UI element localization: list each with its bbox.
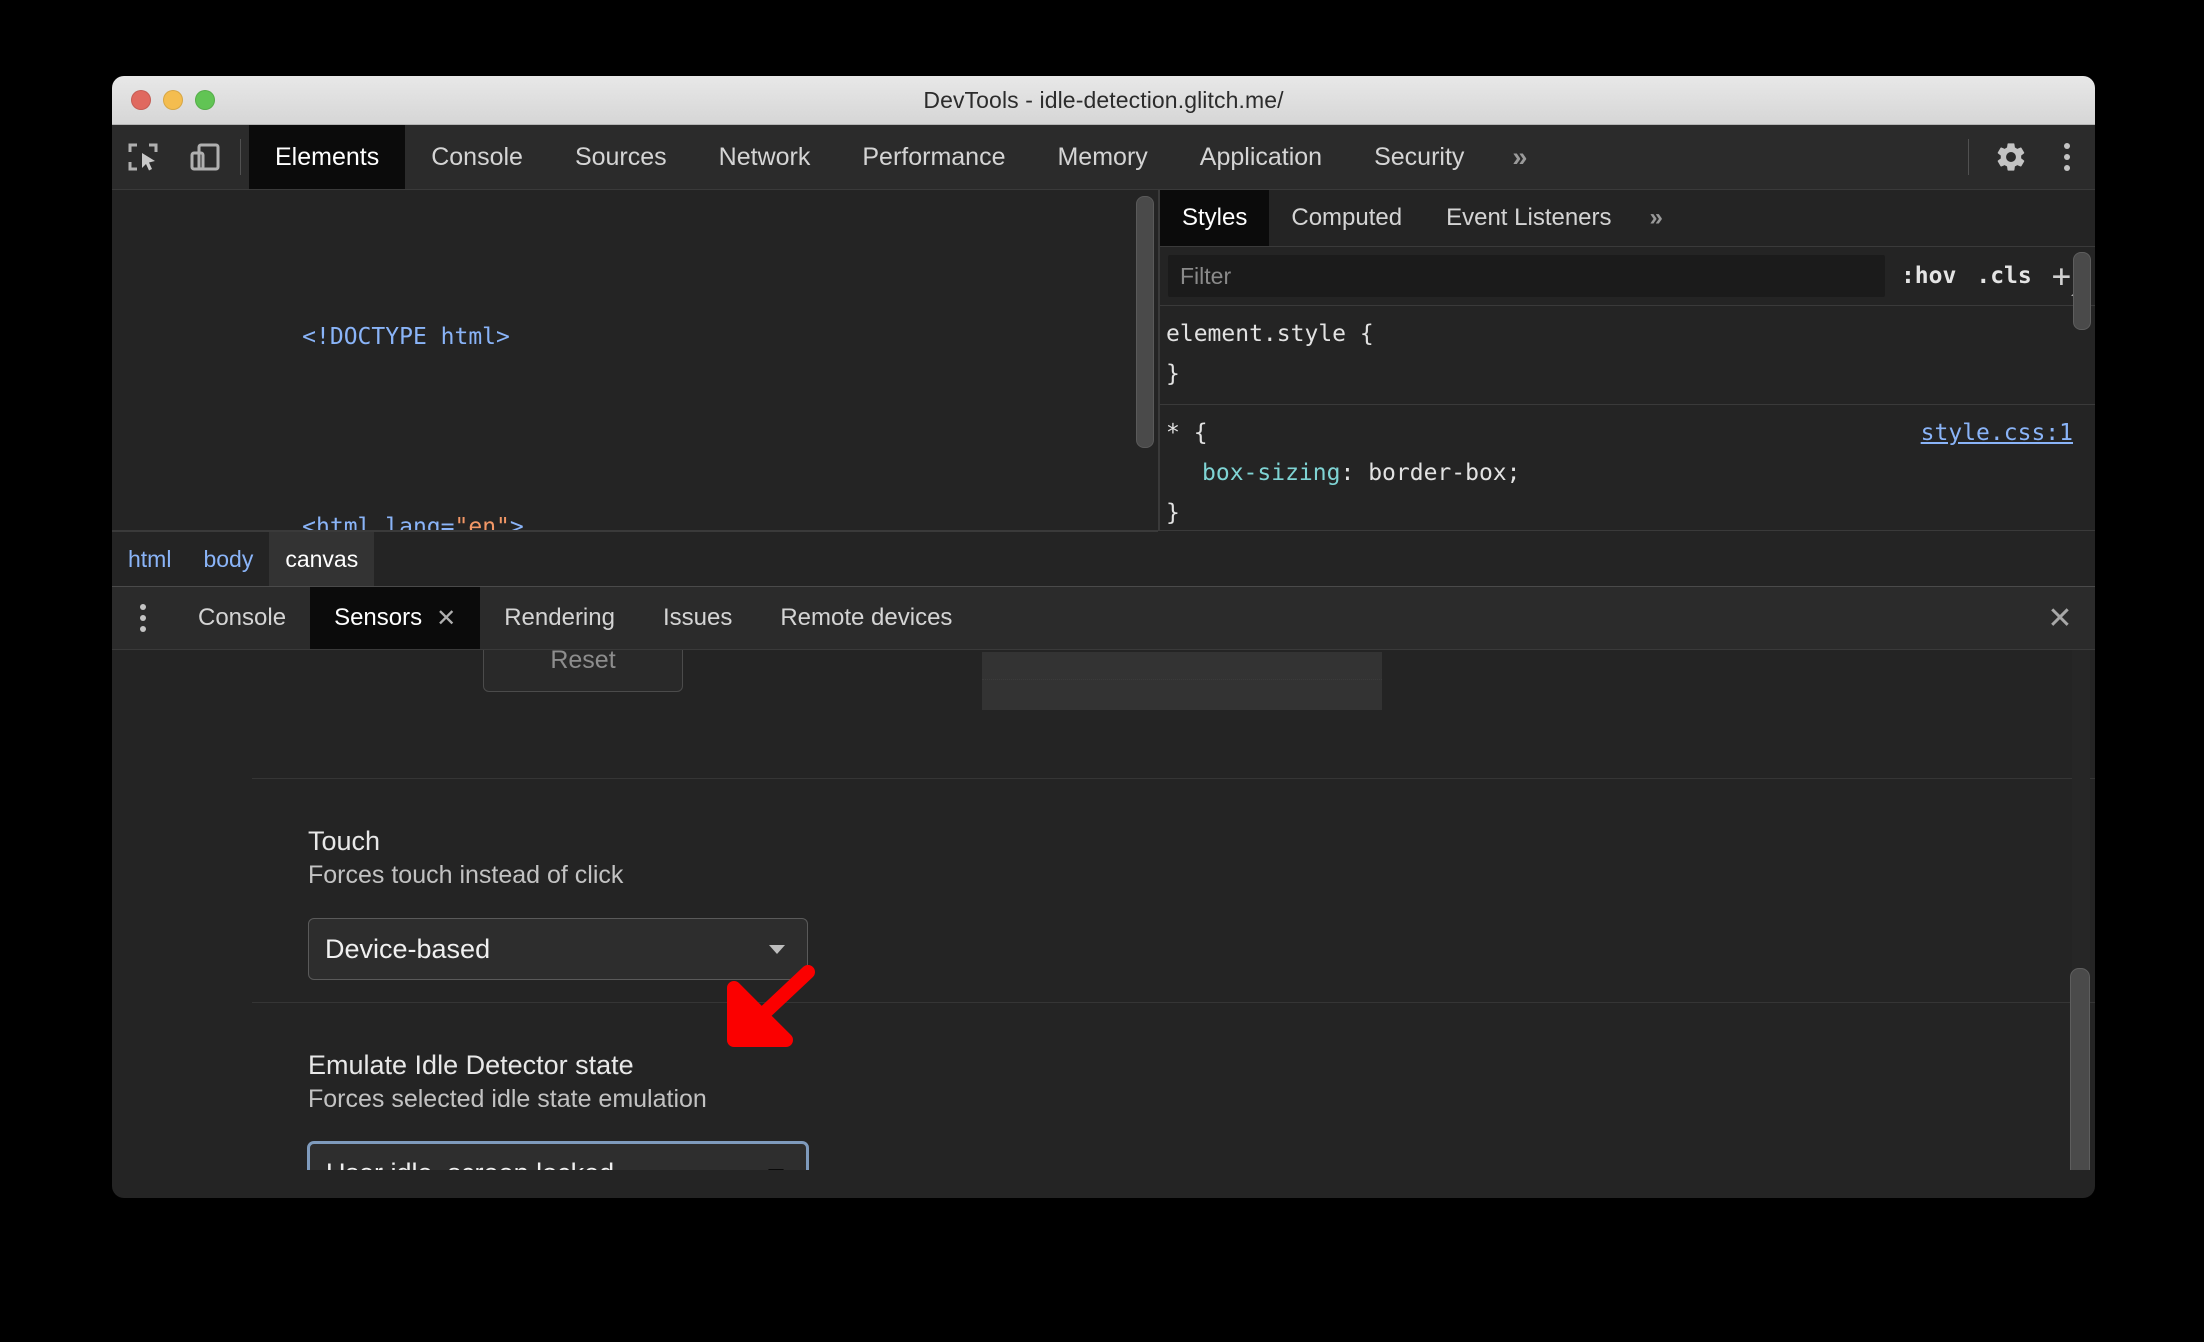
dom-tree: <!DOCTYPE html> <html lang="en"> <head>…… xyxy=(112,190,1158,530)
drawer-tab-issues[interactable]: Issues xyxy=(639,587,756,649)
plus-icon: + xyxy=(2051,257,2071,295)
minimize-window-button[interactable] xyxy=(163,90,183,110)
styles-filter-input[interactable] xyxy=(1168,255,1885,297)
breadcrumb-item-canvas[interactable]: canvas xyxy=(269,532,375,586)
styles-rule-list: element.style { } style.css:1 * { box-si… xyxy=(1160,306,2095,530)
tab-sources[interactable]: Sources xyxy=(549,125,693,189)
section-divider-touch xyxy=(252,778,2095,779)
drawer-tab-sensors[interactable]: Sensors ✕ xyxy=(310,587,481,649)
tab-styles[interactable]: Styles xyxy=(1160,190,1270,246)
section-subtitle-idle: Forces selected idle state emulation xyxy=(308,1085,707,1113)
toolbar-right-actions xyxy=(1954,125,2095,189)
chevron-down-icon xyxy=(768,1168,784,1170)
more-panels-chevron-icon[interactable]: » xyxy=(1490,125,1549,189)
sensors-scrollbar-thumb[interactable] xyxy=(2070,968,2090,1170)
rule-close-brace: } xyxy=(1166,500,1180,526)
new-style-rule-button[interactable]: + xyxy=(2051,257,2079,296)
idle-detector-state-select[interactable]: User idle, screen locked xyxy=(308,1142,808,1170)
zoom-window-button[interactable] xyxy=(195,90,215,110)
dom-text-html: <html lang="en"> xyxy=(302,514,524,530)
section-title-idle: Emulate Idle Detector state xyxy=(308,1050,634,1080)
styles-tab-list: Styles Computed Event Listeners » xyxy=(1160,190,2095,247)
orientation-preview-box xyxy=(982,652,1382,710)
gear-icon xyxy=(1997,143,2025,171)
sensors-panel: Reset Touch Forces touch instead of clic… xyxy=(112,650,2095,1170)
toolbar-divider xyxy=(240,139,241,175)
tab-application[interactable]: Application xyxy=(1174,125,1348,189)
close-sensors-tab-icon[interactable]: ✕ xyxy=(436,604,456,633)
section-title-touch: Touch xyxy=(308,826,381,856)
styles-filter-row: :hov .cls + xyxy=(1160,247,2095,306)
tab-performance[interactable]: Performance xyxy=(836,125,1031,189)
dom-tree-scrollbar[interactable] xyxy=(1136,196,1154,448)
drawer-tab-rendering[interactable]: Rendering xyxy=(480,587,639,649)
dom-text-doctype: <!DOCTYPE html> xyxy=(302,324,510,350)
toggle-device-toolbar-button[interactable] xyxy=(174,125,236,189)
more-styles-tabs-chevron-icon[interactable]: » xyxy=(1634,190,1679,246)
tab-event-listeners[interactable]: Event Listeners xyxy=(1424,190,1633,246)
kebab-menu-icon xyxy=(140,604,146,632)
devtools-window: DevTools - idle-detection.glitch.me/ Ele… xyxy=(112,76,2095,1198)
drawer-tab-bar: Console Sensors ✕ Rendering Issues Remot… xyxy=(112,586,2095,650)
drawer-tab-console[interactable]: Console xyxy=(174,587,310,649)
screenshot-root: DevTools - idle-detection.glitch.me/ Ele… xyxy=(0,0,2204,1342)
elements-panel: <!DOCTYPE html> <html lang="en"> <head>…… xyxy=(112,190,2095,530)
section-idle-detector: Emulate Idle Detector state Forces selec… xyxy=(308,1050,808,1170)
toggle-hover-state-button[interactable]: :hov xyxy=(1901,263,1956,289)
main-menu-button[interactable] xyxy=(2039,143,2095,171)
devtools-main-toolbar: Elements Console Sources Network Perform… xyxy=(112,125,2095,190)
kebab-menu-icon xyxy=(2064,143,2070,171)
rule-close-brace: } xyxy=(1166,361,1180,387)
settings-button[interactable] xyxy=(1983,140,2039,174)
toolbar-divider-right xyxy=(1968,139,1969,175)
declaration-property: box-sizing xyxy=(1202,460,1341,486)
rule-source-link[interactable]: style.css:1 xyxy=(1921,413,2073,453)
close-window-button[interactable] xyxy=(131,90,151,110)
rule-selector: element.style { xyxy=(1166,321,1374,347)
touch-select[interactable]: Device-based xyxy=(308,918,808,980)
panel-tab-list: Elements Console Sources Network Perform… xyxy=(249,125,1549,189)
window-titlebar: DevTools - idle-detection.glitch.me/ xyxy=(112,76,2095,125)
window-title: DevTools - idle-detection.glitch.me/ xyxy=(923,86,1284,113)
breadcrumb: html body canvas xyxy=(112,531,1158,586)
tab-memory[interactable]: Memory xyxy=(1031,125,1173,189)
styles-filter-actions: :hov .cls + xyxy=(1885,257,2087,296)
styles-pane-scrollbar[interactable] xyxy=(2073,252,2091,330)
breadcrumb-item-html[interactable]: html xyxy=(112,532,187,586)
styles-pane: Styles Computed Event Listeners » :hov .… xyxy=(1160,190,2095,530)
drawer-more-tools-button[interactable] xyxy=(112,587,174,649)
tab-computed[interactable]: Computed xyxy=(1269,190,1424,246)
close-drawer-button[interactable]: ✕ xyxy=(2025,587,2095,649)
inspect-element-icon xyxy=(128,143,158,171)
section-divider-idle xyxy=(252,1002,2095,1003)
idle-detector-state-value: User idle, screen locked xyxy=(326,1158,614,1171)
chevron-down-icon xyxy=(769,944,785,954)
section-subtitle-touch: Forces touch instead of click xyxy=(308,861,624,889)
touch-select-value: Device-based xyxy=(325,933,491,964)
tab-network[interactable]: Network xyxy=(693,125,837,189)
tab-security[interactable]: Security xyxy=(1348,125,1490,189)
declaration-value: border-box; xyxy=(1368,460,1521,486)
rule-declaration[interactable]: box-sizing: border-box; xyxy=(1166,453,2095,493)
orientation-preview-line xyxy=(982,679,1382,680)
section-touch: Touch Forces touch instead of click Devi… xyxy=(308,826,808,980)
inspect-element-button[interactable] xyxy=(112,125,174,189)
drawer-tab-sensors-label: Sensors xyxy=(334,604,423,631)
dom-line-doctype[interactable]: <!DOCTYPE html> xyxy=(112,280,1158,394)
dom-line-html[interactable]: <html lang="en"> xyxy=(112,470,1158,530)
style-rule-universal[interactable]: style.css:1 * { box-sizing: border-box; … xyxy=(1160,405,2095,530)
device-toolbar-icon xyxy=(190,143,220,171)
dom-tree-pane: <!DOCTYPE html> <html lang="en"> <head>…… xyxy=(112,190,1158,530)
drawer-tab-remote-devices[interactable]: Remote devices xyxy=(756,587,976,649)
tab-elements[interactable]: Elements xyxy=(249,125,406,189)
breadcrumb-item-body[interactable]: body xyxy=(187,532,269,586)
toggle-class-editor-button[interactable]: .cls xyxy=(1976,263,2031,289)
breadcrumb-bar: html body canvas xyxy=(112,530,2095,586)
tab-console[interactable]: Console xyxy=(405,125,549,189)
reset-button[interactable]: Reset xyxy=(483,650,683,692)
window-controls xyxy=(131,76,215,124)
style-rule-element-style[interactable]: element.style { } xyxy=(1160,306,2095,405)
